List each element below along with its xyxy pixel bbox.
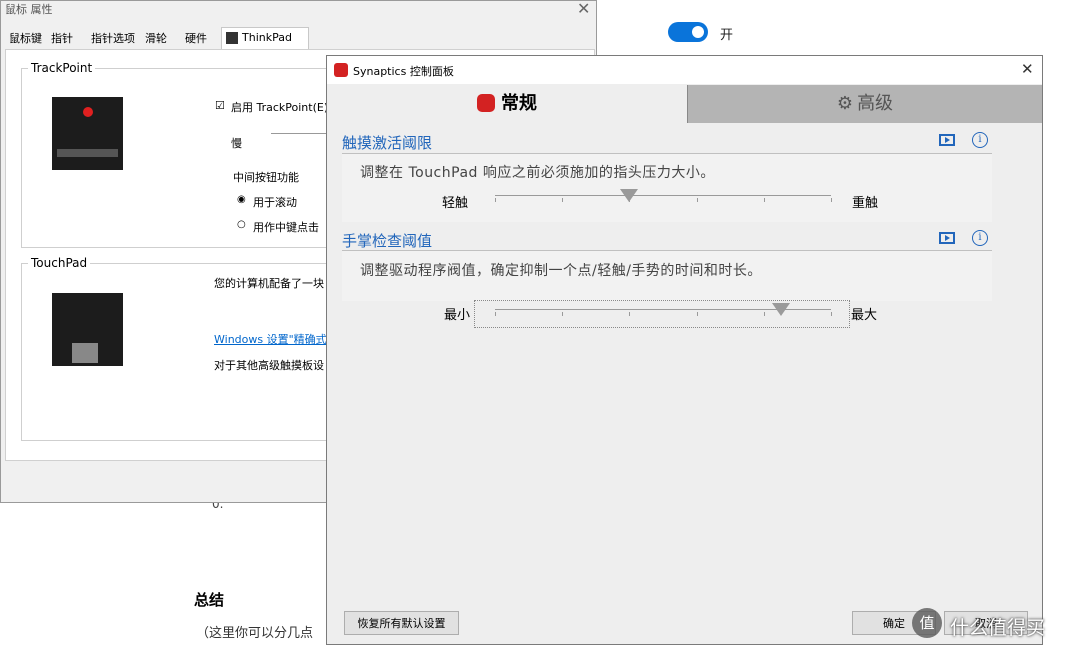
slider-tick [562, 312, 563, 316]
section2-min-label: 最小 [444, 308, 471, 323]
info-icon[interactable]: i [972, 230, 988, 246]
synaptics-title: Synaptics 控制面板 [353, 65, 454, 78]
speed-slider-track[interactable] [271, 133, 331, 134]
palm-threshold-slider[interactable] [495, 300, 832, 324]
radio-scroll[interactable]: ◉ [237, 194, 246, 205]
windows-settings-link[interactable]: Windows 设置"精确式 [214, 331, 327, 347]
close-icon[interactable]: ✕ [1021, 60, 1034, 78]
enable-trackpoint-label: 启用 TrackPoint(E) [231, 101, 329, 114]
touchpad-area-icon [72, 343, 98, 363]
tab-pointer-options[interactable]: 指针选项 [87, 29, 139, 49]
watermark-text: 什么值得买 [950, 617, 1046, 639]
watermark-logo: 值 [912, 608, 942, 638]
tab-buttons[interactable]: 鼠标键 [5, 29, 46, 49]
section2-description: 调整驱动程序阀值，确定抑制一个点/轻触/手势的时间和时长。 [360, 263, 762, 279]
section1-max-label: 重触 [852, 196, 879, 211]
tab-general-label: 常规 [501, 93, 537, 114]
tab-wheel[interactable]: 滑轮 [141, 29, 171, 49]
section1-description: 调整在 TouchPad 响应之前必须施加的指头压力大小。 [360, 165, 715, 181]
slider-tick [831, 312, 832, 316]
synaptics-window: Synaptics 控制面板 ✕ 常规 ⚙ 高级 触摸激活阈限 i 调整在 Tou… [326, 55, 1043, 645]
slider-track [495, 195, 831, 196]
toggle-label: 开 [720, 28, 734, 43]
summary-text: （这里你可以分几点 [196, 626, 314, 641]
trackpoint-keyboard-image [52, 97, 123, 170]
slider-tick [495, 198, 496, 202]
tab-pointers[interactable]: 指针 [47, 29, 77, 49]
video-icon[interactable] [939, 134, 955, 146]
gear-icon: ⚙ [836, 93, 854, 114]
middle-button-label: 中间按钮功能 [233, 171, 299, 184]
radio-middle-click-label: 用作中键点击 [253, 221, 319, 234]
slider-tick [764, 198, 765, 202]
section1-title: 触摸激活阈限 [342, 134, 433, 152]
synaptics-titlebar: Synaptics 控制面板 ✕ [327, 56, 1042, 84]
slider-thumb[interactable] [620, 189, 638, 202]
tab-general[interactable]: 常规 [327, 85, 687, 123]
tab-advanced-label: 高级 [857, 93, 894, 114]
thinkpad-icon [226, 32, 238, 44]
touch-threshold-slider[interactable] [495, 186, 832, 210]
touchpad-description: 您的计算机配备了一块 [214, 277, 324, 290]
general-tab-icon [477, 94, 495, 112]
section1-min-label: 轻触 [442, 196, 469, 211]
slider-thumb[interactable] [772, 303, 790, 316]
slider-tick [697, 312, 698, 316]
tab-thinkpad-label: ThinkPad [242, 31, 292, 44]
restore-defaults-button[interactable]: 恢复所有默认设置 [344, 611, 459, 635]
other-settings-text: 对于其他高级触摸板设 [214, 359, 324, 372]
radio-middle-click[interactable]: ○ [237, 219, 246, 230]
synaptics-logo-icon [334, 63, 348, 77]
tab-hardware[interactable]: 硬件 [181, 29, 211, 49]
window-title: 鼠标 属性 [5, 3, 53, 16]
slider-tick [495, 312, 496, 316]
touchpad-group-title: TouchPad [28, 256, 91, 270]
trackpoint-dot-icon [83, 107, 93, 117]
radio-scroll-label: 用于滚动 [253, 196, 297, 209]
speed-slow-label: 慢 [231, 137, 242, 150]
trackpoint-group-title: TrackPoint [28, 61, 96, 75]
video-icon[interactable] [939, 232, 955, 244]
section2-title: 手掌检查阈值 [342, 232, 433, 250]
slider-tick [562, 198, 563, 202]
close-icon[interactable]: ✕ [577, 0, 590, 18]
slider-tick [831, 198, 832, 202]
slider-tick [697, 198, 698, 202]
touchpad-keyboard-image [52, 293, 123, 366]
info-icon[interactable]: i [972, 132, 988, 148]
slider-tick [764, 312, 765, 316]
tab-thinkpad[interactable]: ThinkPad [221, 27, 309, 51]
enable-trackpoint-checkbox[interactable]: ☑ [215, 99, 225, 112]
summary-heading: 总结 [194, 591, 225, 609]
section2-max-label: 最大 [851, 308, 878, 323]
trackpoint-button-bar [57, 149, 118, 157]
tab-advanced[interactable]: ⚙ 高级 [687, 85, 1042, 123]
toggle-switch[interactable] [668, 22, 708, 42]
slider-tick [629, 312, 630, 316]
